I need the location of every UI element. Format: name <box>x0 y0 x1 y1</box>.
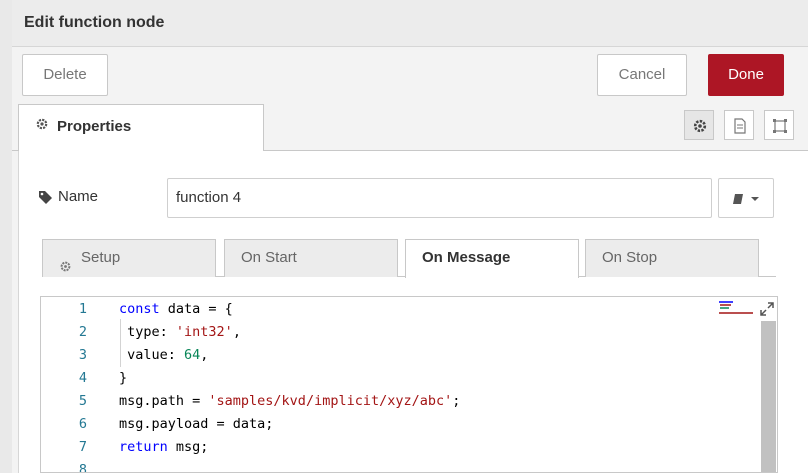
code-token: msg.path = <box>119 393 209 409</box>
line-number: 4 <box>78 370 87 386</box>
line-number: 1 <box>78 301 87 317</box>
subtab-on-start-label: On Start <box>241 249 297 266</box>
line-number: 3 <box>78 347 87 363</box>
line-number: 7 <box>78 439 87 455</box>
dialog-header: Edit function node <box>12 0 808 47</box>
code-text: msg.payload = data; <box>119 413 273 436</box>
subtab-on-stop-label: On Stop <box>602 249 658 266</box>
description-button[interactable] <box>724 110 754 140</box>
subtab-setup[interactable]: Setup <box>42 239 216 277</box>
code-text: type: 'int32', <box>119 321 241 344</box>
code-token: type: <box>119 324 176 340</box>
code-token: return <box>119 439 168 455</box>
name-input[interactable]: function 4 <box>167 178 712 218</box>
code-line[interactable]: 8 <box>41 459 741 473</box>
gear-icon <box>59 251 72 287</box>
name-label-text: Name <box>58 188 99 205</box>
tab-properties-label: Properties <box>57 118 132 135</box>
dialog-title: Edit function node <box>24 14 165 31</box>
code-token: msg.payload = data; <box>119 416 274 432</box>
code-line[interactable]: 6 msg.payload = data; <box>41 413 741 436</box>
code-token: , <box>200 347 209 363</box>
line-number: 8 <box>78 462 87 473</box>
book-dropdown-icon <box>733 194 759 204</box>
expand-icon <box>760 302 774 316</box>
code-token: } <box>119 370 128 386</box>
expand-editor-button[interactable] <box>757 299 777 319</box>
code-line[interactable]: 2 type: 'int32', <box>41 321 741 344</box>
code-token: ; <box>452 393 461 409</box>
subtab-on-message-label: On Message <box>422 249 511 266</box>
gear-icon <box>693 119 707 133</box>
code-editor[interactable]: 1 const data = {2 type: 'int32', 3 value: … <box>40 296 778 473</box>
editor-scrollbar[interactable] <box>761 321 776 472</box>
code-text: msg.path = 'samples/kvd/implicit/xyz/abc… <box>119 390 460 413</box>
code-token: 'int32' <box>175 324 233 340</box>
line-number: 5 <box>78 393 87 409</box>
gear-icon <box>35 117 49 136</box>
code-line[interactable]: 4} <box>41 367 741 390</box>
appearance-button[interactable] <box>764 110 794 140</box>
code-text: return msg; <box>119 436 208 459</box>
line-number: 6 <box>78 416 87 432</box>
code-text: } <box>119 367 127 390</box>
subtab-on-stop[interactable]: On Stop <box>585 239 759 277</box>
subtab-on-start[interactable]: On Start <box>224 239 398 277</box>
code-token: 64 <box>184 347 201 363</box>
code-line[interactable]: 3 value: 64, <box>41 344 741 367</box>
done-button[interactable]: Done <box>708 54 784 96</box>
code-line[interactable]: 7 return msg; <box>41 436 741 459</box>
code-token: data = { <box>159 301 233 317</box>
code-line[interactable]: 5 msg.path = 'samples/kvd/implicit/xyz/ab… <box>41 390 741 413</box>
code-token: 'samples/kvd/implicit/xyz/abc' <box>208 393 453 409</box>
code-text: const data = { <box>119 298 233 321</box>
tab-properties[interactable]: Properties <box>18 104 264 151</box>
subtab-on-message[interactable]: On Message <box>405 239 579 278</box>
appearance-icon <box>773 119 787 133</box>
line-number: 2 <box>78 324 87 340</box>
code-line[interactable]: 1 const data = { <box>41 298 741 321</box>
code-token: const <box>119 301 160 317</box>
description-icon <box>734 118 746 134</box>
tag-icon <box>38 190 53 209</box>
delete-button[interactable]: Delete <box>22 54 108 96</box>
code-text: value: 64, <box>119 344 208 367</box>
edit-dialog: Edit function node Delete Cancel Done Pr… <box>12 0 808 473</box>
subtab-setup-label: Setup <box>81 249 121 266</box>
icon-select-button[interactable] <box>718 178 774 218</box>
code-token: , <box>232 324 241 340</box>
properties-settings-button[interactable] <box>684 110 714 140</box>
cancel-button[interactable]: Cancel <box>597 54 687 96</box>
code-token: value: <box>119 347 185 363</box>
code-token: msg; <box>167 439 209 455</box>
